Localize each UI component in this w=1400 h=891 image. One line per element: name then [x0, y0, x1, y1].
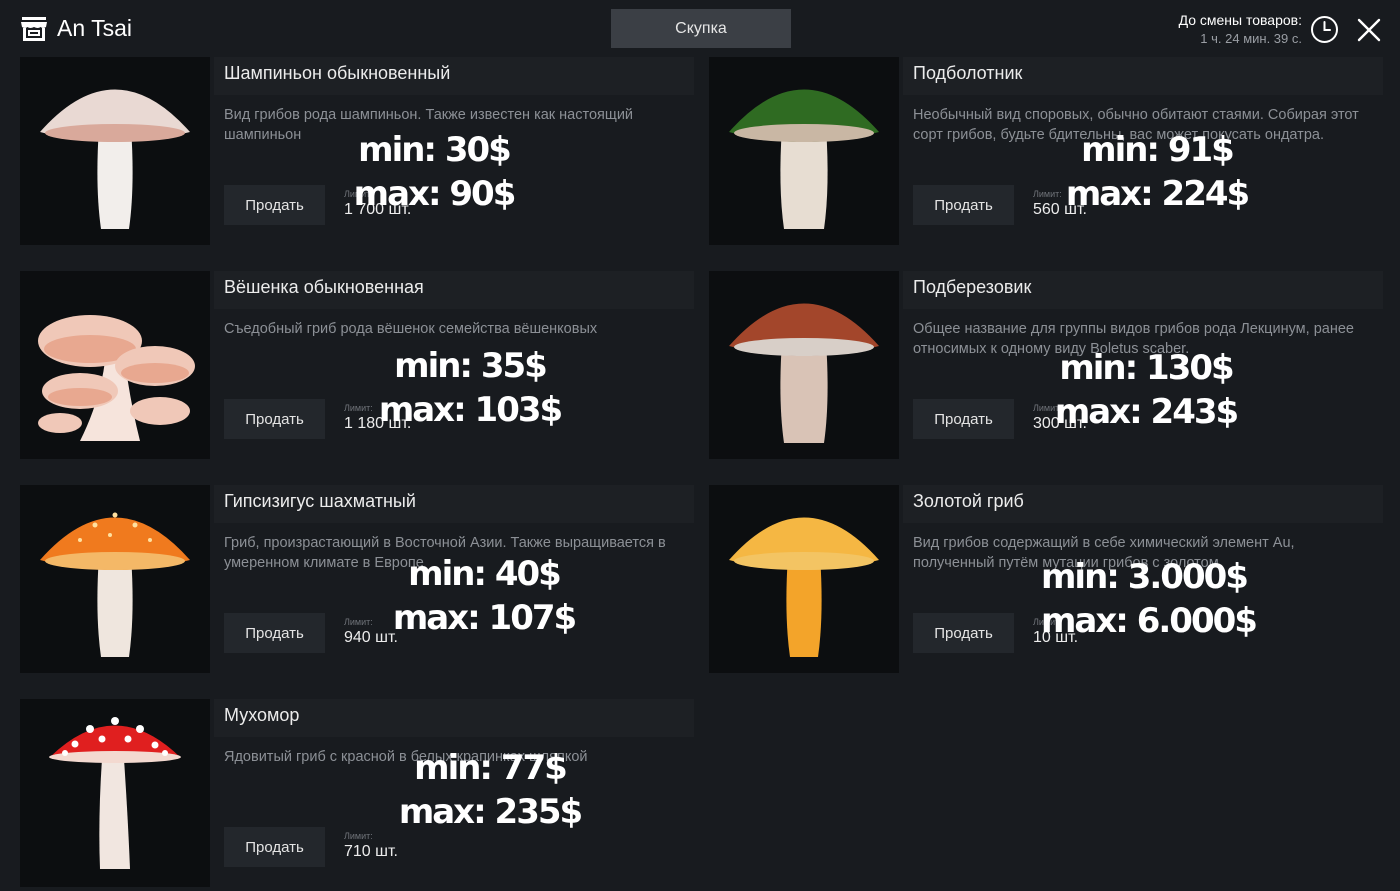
price-max: max: 243$: [1054, 392, 1239, 432]
sell-button[interactable]: Продать: [913, 185, 1014, 225]
product-description: Съедобный гриб рода вёшенок семейства вё…: [224, 321, 598, 337]
product-title: Золотой гриб: [903, 485, 1383, 523]
mushroom-image: [20, 57, 210, 245]
price-min: min: 77$: [414, 748, 568, 788]
sell-button[interactable]: Продать: [224, 399, 325, 439]
price-range: min: 3.000$ max: 6.000$: [1041, 555, 1258, 643]
limit-label: Лимит:: [344, 831, 373, 841]
sell-button[interactable]: Продать: [224, 185, 325, 225]
product-title: Подболотник: [903, 57, 1383, 95]
price-max: max: 235$: [398, 792, 583, 832]
product-title: Вёшенка обыкновенная: [214, 271, 694, 309]
mushroom-image: [20, 485, 210, 673]
store-name: An Tsai: [57, 14, 133, 41]
timer-label: До смены товаров:: [1178, 12, 1302, 28]
price-range: min: 30$ max: 90$: [334, 128, 534, 216]
product-card: Подболотник Необычный вид споровых, обыч…: [709, 57, 1385, 245]
mushroom-image: [20, 271, 210, 459]
sell-button[interactable]: Продать: [224, 827, 325, 867]
sell-button[interactable]: Продать: [913, 613, 1014, 653]
top-bar: An Tsai Скупка До смены товаров: 1 ч. 24…: [0, 0, 1400, 60]
sell-button[interactable]: Продать: [224, 613, 325, 653]
price-max: max: 103$: [378, 390, 563, 430]
price-min: min: 30$: [358, 130, 512, 170]
price-range: min: 91$ max: 224$: [1057, 128, 1257, 216]
price-max: max: 224$: [1065, 174, 1250, 214]
price-min: min: 91$: [1081, 130, 1235, 170]
product-title: Шампиньон обыкновенный: [214, 57, 694, 95]
price-range: min: 35$ max: 103$: [370, 344, 570, 432]
restock-timer: До смены товаров: 1 ч. 24 мин. 39 с.: [1179, 12, 1302, 46]
price-min: min: 35$: [394, 346, 548, 386]
mushroom-image: [709, 271, 899, 459]
price-min: min: 3.000$: [1041, 557, 1249, 597]
price-range: min: 40$ max: 107$: [384, 552, 584, 640]
product-title: Гипсизигус шахматный: [214, 485, 694, 523]
mushroom-image: [20, 699, 210, 887]
price-max: max: 107$: [392, 598, 577, 638]
price-min: min: 40$: [408, 554, 562, 594]
limit-value: 710 шт.: [344, 843, 398, 860]
price-max: max: 90$: [353, 174, 517, 214]
price-range: min: 77$ max: 235$: [390, 746, 590, 834]
sell-button[interactable]: Продать: [913, 399, 1014, 439]
price-max: max: 6.000$: [1041, 601, 1258, 641]
limit-label: Лимит:: [344, 403, 373, 413]
store-brand: An Tsai: [20, 14, 132, 42]
close-icon[interactable]: [1356, 17, 1382, 43]
product-card: Гипсизигус шахматный Гриб, произрастающи…: [20, 485, 696, 673]
product-title: Мухомор: [214, 699, 694, 737]
tab-buyback[interactable]: Скупка: [611, 9, 791, 48]
timer-value: 1 ч. 24 мин. 39 с.: [1200, 31, 1302, 46]
product-card: Вёшенка обыкновенная Съедобный гриб рода…: [20, 271, 696, 459]
mushroom-image: [709, 485, 899, 673]
store-icon: [21, 17, 47, 41]
limit-label: Лимит:: [344, 617, 373, 627]
clock-icon: [1311, 16, 1338, 43]
price-min: min: 130$: [1059, 348, 1234, 388]
product-title: Подберезовик: [903, 271, 1383, 309]
price-range: min: 130$ max: 243$: [1046, 346, 1246, 434]
mushroom-image: [709, 57, 899, 245]
product-card: Мухомор Ядовитый гриб с красной в белых …: [20, 699, 696, 887]
